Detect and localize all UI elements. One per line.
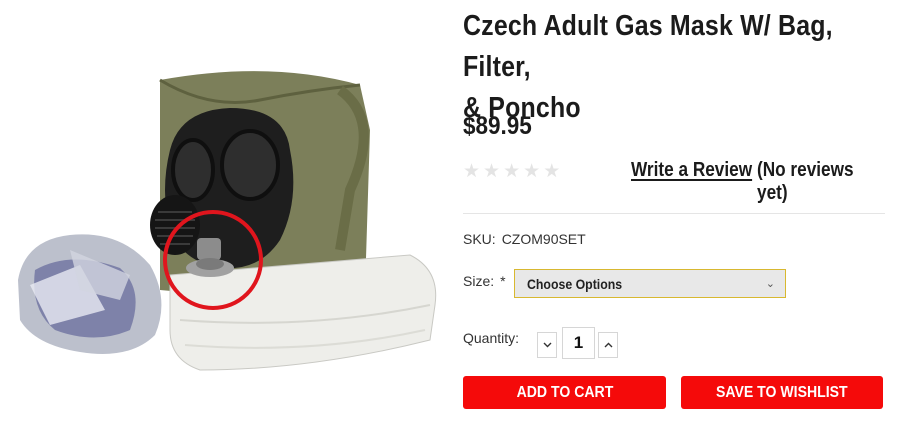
quantity-increment-button[interactable]	[598, 332, 618, 358]
product-price: $89.95	[463, 112, 532, 140]
add-to-cart-button[interactable]: ADD TO CART	[463, 376, 666, 409]
sku-value: CZOM90SET	[501, 231, 586, 247]
write-review-link[interactable]: Write a Review	[631, 159, 752, 182]
product-title: Czech Adult Gas Mask W/ Bag, Filter, & P…	[463, 6, 889, 129]
size-select[interactable]: Choose Options ⌄	[514, 269, 786, 298]
star-icon: ★	[523, 160, 541, 182]
chevron-up-icon	[604, 342, 612, 348]
chevron-down-icon	[543, 342, 551, 348]
star-icon: ★	[503, 160, 521, 182]
chevron-down-icon: ⌄	[765, 278, 775, 290]
save-to-wishlist-button[interactable]: SAVE TO WISHLIST	[681, 376, 883, 409]
rating-stars: ★ ★ ★ ★ ★	[463, 160, 560, 182]
quantity-label: Quantity:	[463, 330, 520, 346]
divider	[463, 213, 885, 214]
required-mark: *	[500, 273, 506, 289]
save-to-wishlist-label: SAVE TO WISHLIST	[716, 383, 848, 401]
size-label-text: Size:	[463, 273, 495, 289]
product-title-line1: Czech Adult Gas Mask W/ Bag, Filter,	[463, 10, 833, 83]
review-count: (No reviews yet)	[757, 159, 854, 204]
size-select-value: Choose Options	[527, 275, 623, 292]
star-icon: ★	[463, 160, 481, 182]
size-label: Size: *	[463, 273, 506, 289]
star-icon: ★	[483, 160, 501, 182]
quantity-input[interactable]: 1	[562, 327, 595, 359]
sku-row: SKU: CZOM90SET	[463, 231, 586, 247]
quantity-decrement-button[interactable]	[537, 332, 557, 358]
sku-label: SKU:	[463, 231, 496, 247]
add-to-cart-label: ADD TO CART	[516, 383, 613, 401]
product-image	[18, 71, 437, 371]
star-icon: ★	[543, 160, 561, 182]
